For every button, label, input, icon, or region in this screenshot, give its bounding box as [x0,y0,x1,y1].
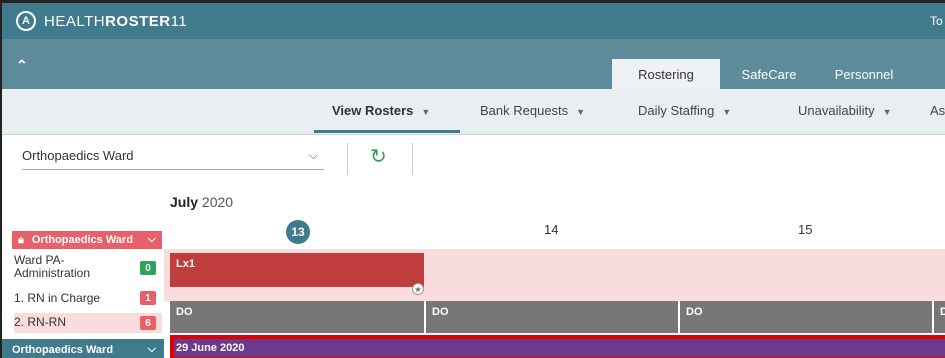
chevron-down-icon: ▼ [421,107,431,117]
menu-view-rosters[interactable]: View Rosters ▼ [332,103,430,118]
menu-bar: View Rosters ▼ Bank Requests ▼ Daily Staff… [2,89,945,135]
shift-block-do[interactable]: D [934,301,945,333]
menu-bank-requests[interactable]: Bank Requests ▼ [480,103,585,118]
day-header[interactable]: 15 [798,222,812,237]
menu-unavailability-label: Unavailability [798,103,875,118]
month-name: July [170,194,199,210]
topbar-right-link[interactable]: To [930,14,943,28]
tab-personnel[interactable]: Personnel [814,59,914,89]
app-logo[interactable]: A HEALTHROSTER11 [16,11,187,31]
app-title: HEALTHROSTER11 [44,13,187,30]
shift-block-lx1[interactable]: Lx1 [170,253,424,287]
role-row-ward-pa[interactable]: Ward PA- Administration 0 [14,254,162,286]
role-label: 2. RN-RN [14,315,67,329]
tab-safecare[interactable]: SafeCare [730,59,808,89]
menu-as[interactable]: As [930,103,945,118]
role-label: 1. RN in Charge [14,291,101,305]
chevron-down-icon: ▼ [722,107,732,117]
top-bar: A HEALTHROSTER11 To [2,3,945,39]
shift-block-do[interactable]: DO [680,301,932,333]
role-count-badge: 0 [140,261,156,275]
role-count-badge: 1 [140,291,156,305]
collapse-icon[interactable]: ⌃ [16,57,28,74]
ward-group-footer[interactable]: Orthopaedics Ward ⌵ [2,339,164,358]
ward-group-label: Orthopaedics Ward [31,234,133,246]
month-header: July 2020 [170,194,233,210]
shift-block-do[interactable]: DO [426,301,678,333]
role-row-rn-rn[interactable]: 2. RN-RN 6 [14,313,162,333]
app-title-light: HEALTH [44,12,106,30]
app-title-bold: ROSTER [105,12,171,30]
chevron-down-icon: ⌵ [147,343,156,355]
module-bar: ⌃ Rostering SafeCare Personnel [2,39,945,89]
menu-daily-staffing-label: Daily Staffing [638,103,715,118]
star-icon[interactable]: ★ [412,283,424,295]
role-count-badge: 6 [140,316,156,330]
app-window: A HEALTHROSTER11 To ⌃ Rostering SafeCare… [0,0,945,358]
logo-mark-icon: A [16,11,36,31]
month-year: 2020 [201,194,234,210]
app-title-version: 11 [170,12,188,30]
chevron-down-icon: ▼ [576,107,586,117]
day-header[interactable]: 14 [544,222,558,237]
menu-daily-staffing[interactable]: Daily Staffing ▼ [638,103,731,118]
ward-select[interactable]: Orthopaedics Ward ⌵ [22,148,324,170]
toolbar-divider [412,143,413,175]
shift-block-do[interactable]: DO [170,301,424,333]
ward-select-value: Orthopaedics Ward [22,148,134,163]
menu-bank-requests-label: Bank Requests [480,103,569,118]
tab-rostering[interactable]: Rostering [612,59,720,89]
menu-as-label: As [930,103,945,118]
refresh-icon[interactable]: ↻ [370,144,387,169]
active-menu-indicator [314,130,460,133]
chevron-down-icon: ⌵ [147,233,156,245]
chevron-down-icon: ▼ [882,107,892,117]
ward-footer-label: Orthopaedics Ward [12,344,114,356]
chevron-down-icon: ⌵ [308,148,318,162]
menu-unavailability[interactable]: Unavailability ▼ [798,103,892,118]
role-row-rn-in-charge[interactable]: 1. RN in Charge 1 [14,290,162,307]
ward-group-header[interactable]: 🔒︎ Orthopaedics Ward ⌵ [12,231,162,249]
menu-view-rosters-label: View Rosters [332,103,414,118]
day-today[interactable]: 13 [286,220,310,244]
toolbar-divider [347,143,348,175]
date-bar-highlighted[interactable]: 29 June 2020 [170,335,945,358]
lock-icon: 🔒︎ [18,233,24,246]
